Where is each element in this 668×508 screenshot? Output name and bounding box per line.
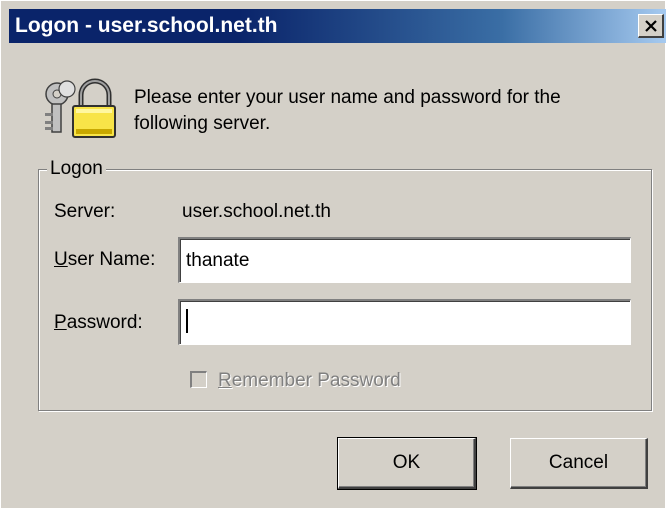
ok-button[interactable]: OK — [337, 437, 477, 490]
window-title: Logon - user.school.net.th — [15, 14, 278, 37]
keys-lock-icon — [41, 77, 117, 139]
remember-mnemonic: R — [218, 370, 232, 391]
logon-dialog: Logon - user.school.net.th Please enter … — [0, 0, 666, 508]
username-field[interactable] — [178, 237, 631, 283]
server-value: user.school.net.th — [182, 201, 331, 222]
server-label: Server: — [54, 201, 116, 222]
password-label-text: assword: — [66, 312, 143, 333]
password-mnemonic: P — [54, 312, 67, 333]
password-label: Password: — [54, 312, 143, 334]
remember-label-text: emember Password — [231, 370, 401, 391]
username-mnemonic: U — [54, 249, 68, 270]
prompt-message: Please enter your user name and password… — [134, 87, 561, 134]
username-label-text: ser Name: — [67, 249, 156, 270]
close-icon — [644, 19, 658, 32]
logon-group-label: Logon — [47, 158, 106, 180]
remember-password-checkbox[interactable] — [190, 371, 207, 388]
password-field[interactable] — [178, 299, 631, 345]
close-button[interactable] — [638, 14, 664, 38]
title-bar[interactable]: Logon - user.school.net.th — [9, 9, 666, 43]
remember-password-label: Remember Password — [218, 370, 401, 392]
username-label: User Name: — [54, 249, 155, 271]
cancel-button[interactable]: Cancel — [510, 438, 648, 489]
text-caret — [186, 309, 188, 333]
